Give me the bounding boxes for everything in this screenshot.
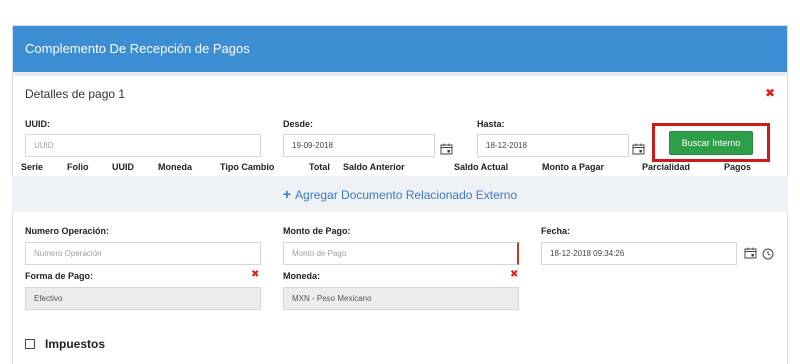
add-external-document-link[interactable]: + Agregar Documento Relacionado Externo — [12, 176, 788, 212]
add-document-band: + Agregar Documento Relacionado Externo — [12, 176, 788, 212]
forma-pago-select[interactable]: Efectivo — [25, 287, 261, 310]
desde-label: Desde: — [283, 119, 314, 129]
clear-icon[interactable]: ✖ — [251, 269, 259, 280]
column-header-tipo-cambio[interactable]: Tipo Cambio — [220, 162, 274, 172]
column-header-folio[interactable]: Folio — [67, 162, 89, 172]
uuid-input[interactable]: UUID — [25, 134, 261, 157]
monto-pago-input[interactable]: Monto de Pago — [283, 242, 519, 265]
forma-pago-label: Forma de Pago: — [25, 271, 94, 281]
column-header-monto-a-pagar[interactable]: Monto a Pagar — [542, 162, 604, 172]
hasta-label: Hasta: — [477, 119, 505, 129]
column-header-saldo-actual[interactable]: Saldo Actual — [454, 162, 508, 172]
moneda-label: Moneda: — [283, 271, 320, 281]
uuid-label: UUID: — [25, 119, 50, 129]
header-divider — [13, 72, 787, 76]
calendar-icon[interactable] — [632, 143, 645, 155]
hasta-date-input[interactable]: 18-12-2018 — [477, 134, 629, 157]
moneda-select[interactable]: MXN - Peso Mexicano — [283, 287, 519, 310]
numero-operacion-input[interactable]: Numero Operación — [25, 242, 261, 265]
panel-header: Complemento De Recepción de Pagos — [13, 26, 787, 72]
calendar-icon[interactable] — [744, 247, 757, 259]
column-header-total[interactable]: Total — [309, 162, 330, 172]
clock-icon[interactable] — [762, 248, 774, 260]
column-header-saldo-anterior[interactable]: Saldo Anterior — [343, 162, 405, 172]
monto-pago-label: Monto de Pago: — [283, 226, 351, 236]
column-header-pagos[interactable]: Pagos — [724, 162, 751, 172]
impuestos-checkbox[interactable] — [25, 339, 35, 349]
column-header-parcialidad[interactable]: Parcialidad — [642, 162, 690, 172]
documents-table-header: Serie Folio UUID Moneda Tipo Cambio Tota… — [12, 162, 788, 176]
impuestos-label: Impuestos — [45, 337, 106, 351]
numero-operacion-label: Numero Operación: — [25, 226, 110, 236]
calendar-icon[interactable] — [440, 143, 453, 155]
column-header-uuid[interactable]: UUID — [112, 162, 134, 172]
fecha-label: Fecha: — [541, 226, 571, 236]
close-icon[interactable]: ✖ — [765, 86, 775, 100]
add-external-label: Agregar Documento Relacionado Externo — [295, 188, 518, 202]
buscar-interno-button[interactable]: Buscar Interno — [669, 131, 753, 155]
clear-icon[interactable]: ✖ — [510, 269, 518, 280]
fecha-datetime-input[interactable]: 18-12-2018 09:34:26 — [541, 242, 737, 265]
column-header-serie[interactable]: Serie — [21, 162, 43, 172]
payment-details-title: Detalles de pago 1 — [25, 87, 126, 101]
plus-icon: + — [282, 186, 292, 202]
desde-date-input[interactable]: 19-09-2018 — [283, 134, 435, 157]
column-header-moneda[interactable]: Moneda — [158, 162, 192, 172]
